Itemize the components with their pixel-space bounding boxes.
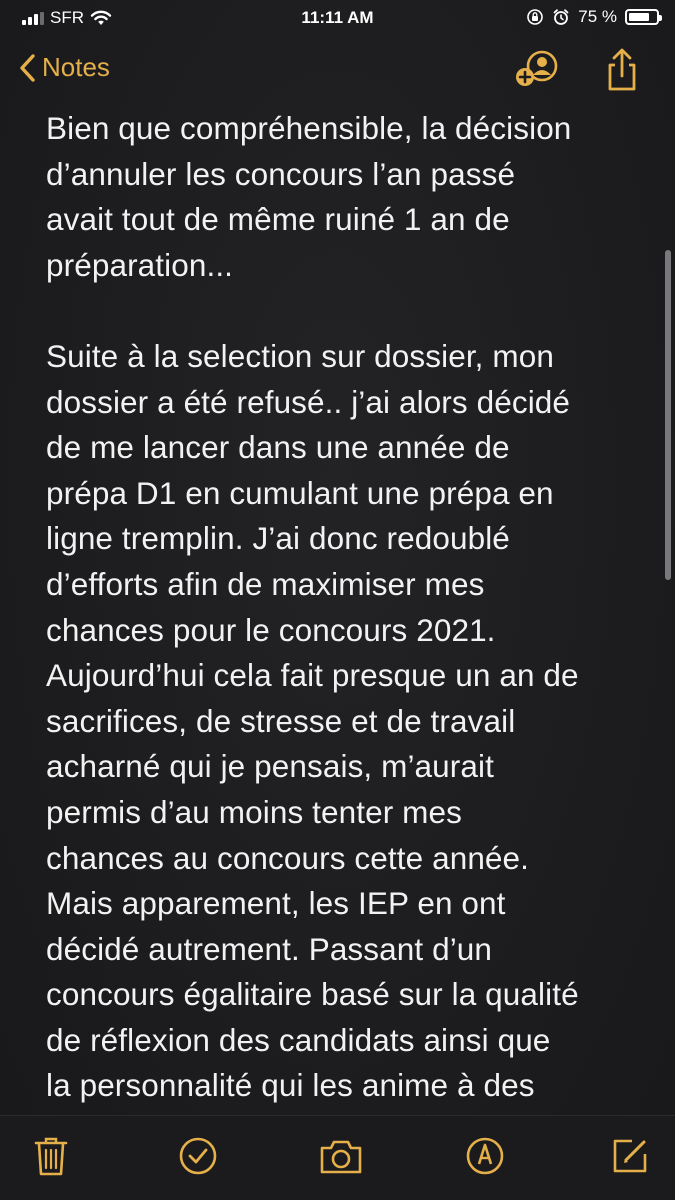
checklist-icon (179, 1137, 217, 1175)
note-paragraph: Suite à la selection sur dossier, mon dos… (46, 334, 646, 1155)
note-body[interactable]: Bien que compréhensible, la décision d’an… (46, 106, 646, 1155)
trash-icon (34, 1137, 68, 1176)
orientation-lock-icon (527, 9, 544, 25)
camera-button[interactable] (318, 1136, 364, 1181)
note-line: Mais apparement, les IEP en ont (46, 885, 506, 922)
note-line: la personnalité qui les anime à des (46, 1067, 535, 1104)
markup-icon (466, 1137, 504, 1175)
battery-fill (629, 13, 649, 21)
note-line: de me lancer dans une année de (46, 429, 510, 466)
bottom-toolbar (0, 1115, 675, 1200)
note-line: Suite à la selection sur dossier, mon (46, 337, 554, 374)
scroll-indicator[interactable] (665, 250, 671, 580)
note-line: ligne tremplin. J’ai donc redoublé (46, 520, 510, 557)
chevron-left-icon (20, 53, 35, 82)
note-line: préparation... (46, 246, 234, 283)
battery-icon (625, 9, 662, 25)
note-line: d’annuler les concours l’an passé (46, 155, 516, 192)
note-line: prépa D1 en cumulant une prépa en (46, 474, 554, 511)
share-button[interactable] (604, 48, 640, 97)
nav-bar: Notes (0, 44, 675, 96)
note-line: d’efforts afin de maximiser mes (46, 565, 485, 602)
checklist-button[interactable] (178, 1136, 218, 1181)
note-line: dossier a été refusé.. j’ai alors décidé (46, 383, 571, 420)
back-button[interactable]: Notes (18, 52, 110, 83)
battery-percent: 75 % (578, 7, 617, 26)
note-line: permis d’au moins tenter mes (46, 793, 462, 830)
notes-screen: SFR 11:11 AM 75 % Notes Bien que compréh… (0, 0, 675, 1200)
note-line: Bien que compréhensible, la décision (46, 110, 572, 146)
status-right: 75 % (526, 7, 662, 27)
status-bar: SFR 11:11 AM 75 % (0, 0, 675, 36)
share-icon (608, 48, 636, 91)
compose-button[interactable] (610, 1136, 650, 1181)
markup-button[interactable] (465, 1136, 505, 1181)
add-person-button[interactable] (512, 48, 562, 95)
add-person-icon (516, 50, 558, 86)
camera-icon (320, 1140, 362, 1174)
note-line: acharné qui je pensais, m’aurait (46, 748, 494, 785)
note-line: Aujourd’hui cela fait presque un an de (46, 657, 579, 694)
note-line: concours égalitaire basé sur la qualité (46, 976, 579, 1013)
note-line: décidé autrement. Passant d’un (46, 930, 493, 967)
note-paragraph: Bien que compréhensible, la décision d’an… (46, 106, 646, 288)
note-line: avait tout de même ruiné 1 an de (46, 201, 510, 238)
note-line: chances pour le concours 2021. (46, 611, 496, 648)
back-button-label: Notes (42, 52, 110, 82)
compose-icon (613, 1139, 647, 1173)
note-line: de réflexion des candidats ainsi que (46, 1021, 551, 1058)
delete-button[interactable] (34, 1136, 68, 1181)
note-line: chances au concours cette année. (46, 839, 530, 876)
note-line: sacrifices, de stresse et de travail (46, 702, 516, 739)
alarm-icon (553, 9, 569, 25)
